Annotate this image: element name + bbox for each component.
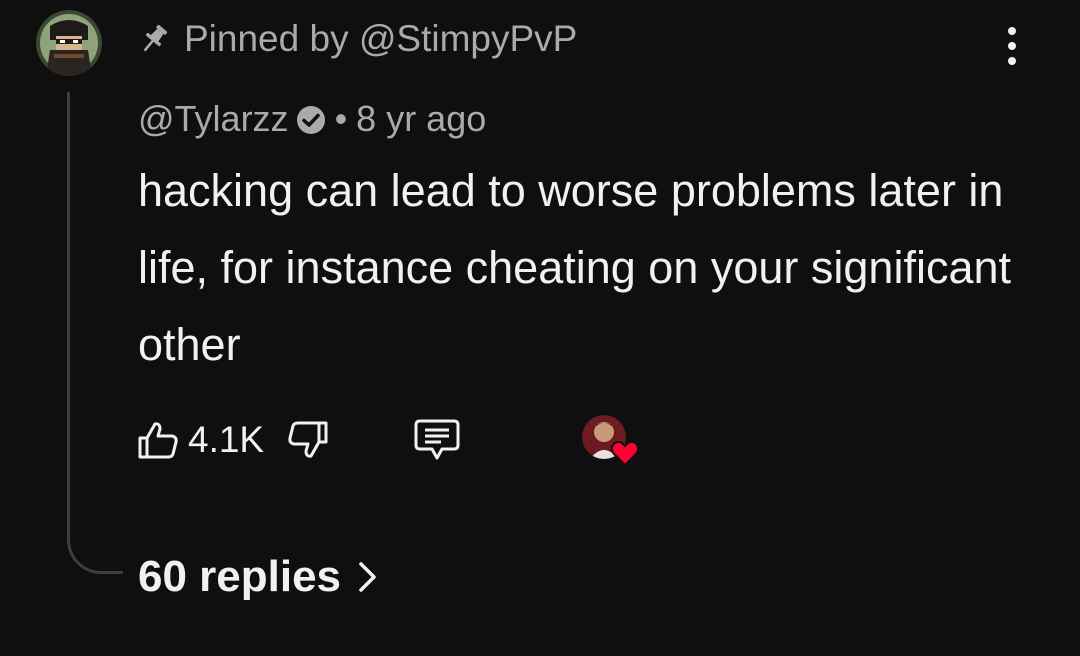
creator-heart-badge bbox=[582, 415, 642, 471]
thumbs-down-icon bbox=[288, 421, 328, 458]
comment-actions: 4.1K bbox=[136, 410, 462, 470]
heart-icon bbox=[610, 439, 640, 467]
author-handle[interactable]: @Tylarzz bbox=[138, 98, 289, 140]
more-vert-icon-dot bbox=[1008, 57, 1016, 65]
dislike-button[interactable] bbox=[286, 418, 330, 462]
pinned-label: Pinned by @StimpyPvP bbox=[184, 18, 578, 59]
meta-separator: • bbox=[334, 98, 348, 139]
like-button[interactable]: 4.1K bbox=[136, 418, 264, 462]
comment-meta: @Tylarzz • 8 yr ago bbox=[138, 94, 486, 144]
verified-checkmark-icon bbox=[295, 103, 327, 135]
comment-timestamp[interactable]: 8 yr ago bbox=[356, 98, 486, 140]
thread-connector bbox=[67, 92, 123, 574]
more-options-button[interactable] bbox=[992, 24, 1032, 68]
view-replies-button[interactable]: 60 replies bbox=[138, 548, 379, 606]
reply-button[interactable] bbox=[412, 417, 462, 463]
more-vert-icon bbox=[1008, 27, 1016, 35]
thumbs-up-icon bbox=[138, 422, 178, 459]
reply-comment-icon bbox=[414, 419, 460, 460]
replies-label: 60 replies bbox=[138, 552, 342, 601]
more-vert-icon-dot bbox=[1008, 42, 1016, 50]
author-avatar[interactable] bbox=[36, 10, 102, 76]
pinned-indicator: Pinned by @StimpyPvP bbox=[138, 14, 577, 64]
chevron-right-icon bbox=[359, 562, 376, 592]
pin-icon bbox=[138, 22, 170, 56]
comment-text: hacking can lead to worse problems later… bbox=[138, 165, 1011, 370]
like-count: 4.1K bbox=[188, 419, 265, 460]
